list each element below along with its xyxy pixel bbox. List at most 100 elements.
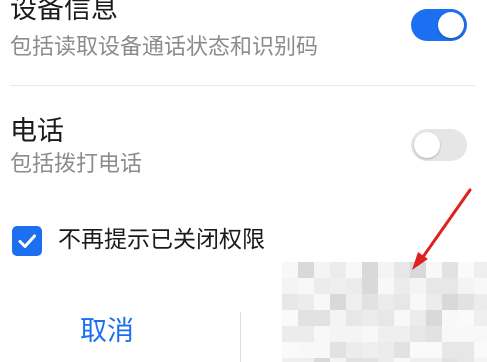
mosaic-cell: [474, 326, 487, 342]
mosaic-cell: [458, 358, 474, 362]
mosaic-cell: [378, 278, 394, 294]
toggle-knob: [414, 132, 440, 158]
mosaic-cell: [474, 278, 487, 294]
mosaic-cell: [442, 294, 458, 310]
mosaic-cell: [282, 358, 298, 362]
mosaic-cell: [298, 278, 314, 294]
mosaic-cell: [378, 358, 394, 362]
mosaic-cell: [442, 342, 458, 358]
mosaic-cell: [346, 278, 362, 294]
dont-remind-label: 不再提示已关闭权限: [58, 227, 265, 253]
mosaic-cell: [426, 358, 442, 362]
mosaic-cell: [410, 294, 426, 310]
mosaic-cell: [426, 310, 442, 326]
mosaic-cell: [426, 342, 442, 358]
mosaic-cell: [298, 262, 314, 278]
mosaic-cell: [314, 294, 330, 310]
mosaic-cell: [346, 294, 362, 310]
row-divider: [10, 85, 475, 86]
mosaic-cell: [474, 262, 487, 278]
permission-title: 设备信息: [10, 0, 118, 25]
check-icon: [18, 234, 36, 248]
mosaic-cell: [330, 278, 346, 294]
mosaic-cell: [474, 358, 487, 362]
mosaic-cell: [314, 326, 330, 342]
mosaic-cell: [330, 326, 346, 342]
mosaic-cell: [426, 278, 442, 294]
mosaic-cell: [410, 358, 426, 362]
dont-remind-checkbox[interactable]: [12, 226, 42, 256]
mosaic-cell: [314, 278, 330, 294]
mosaic-cell: [346, 326, 362, 342]
pixelated-watermark: [282, 262, 487, 362]
mosaic-cell: [394, 278, 410, 294]
permission-title: 电话: [10, 116, 64, 147]
mosaic-cell: [410, 278, 426, 294]
mosaic-cell: [298, 310, 314, 326]
mosaic-cell: [378, 310, 394, 326]
mosaic-cell: [362, 310, 378, 326]
phone-toggle[interactable]: [411, 129, 467, 161]
mosaic-cell: [410, 262, 426, 278]
mosaic-cell: [474, 310, 487, 326]
mosaic-cell: [314, 262, 330, 278]
mosaic-cell: [442, 262, 458, 278]
mosaic-cell: [362, 326, 378, 342]
mosaic-cell: [458, 294, 474, 310]
mosaic-cell: [282, 262, 298, 278]
mosaic-cell: [314, 342, 330, 358]
mosaic-cell: [394, 326, 410, 342]
mosaic-cell: [330, 358, 346, 362]
mosaic-cell: [410, 342, 426, 358]
mosaic-cell: [426, 294, 442, 310]
mosaic-cell: [394, 342, 410, 358]
mosaic-cell: [330, 262, 346, 278]
mosaic-cell: [458, 262, 474, 278]
permission-dialog: 设备信息 包括读取设备通话状态和识别码 电话 包括拨打电话 不再提示已关闭权限 …: [0, 0, 487, 362]
mosaic-cell: [394, 294, 410, 310]
mosaic-cell: [330, 310, 346, 326]
mosaic-cell: [474, 294, 487, 310]
mosaic-cell: [426, 326, 442, 342]
mosaic-cell: [298, 342, 314, 358]
mosaic-cell: [282, 326, 298, 342]
mosaic-cell: [346, 342, 362, 358]
toggle-knob: [438, 12, 464, 38]
mosaic-cell: [410, 326, 426, 342]
mosaic-cell: [282, 294, 298, 310]
mosaic-cell: [426, 262, 442, 278]
mosaic-cell: [346, 262, 362, 278]
mosaic-cell: [298, 358, 314, 362]
mosaic-cell: [346, 358, 362, 362]
mosaic-cell: [442, 326, 458, 342]
mosaic-cell: [346, 310, 362, 326]
mosaic-cell: [298, 294, 314, 310]
mosaic-cell: [442, 358, 458, 362]
mosaic-cell: [410, 310, 426, 326]
mosaic-cell: [378, 262, 394, 278]
mosaic-cell: [458, 278, 474, 294]
mosaic-cell: [394, 310, 410, 326]
mosaic-cell: [362, 294, 378, 310]
action-divider: [240, 312, 241, 362]
mosaic-cell: [282, 310, 298, 326]
mosaic-cell: [458, 310, 474, 326]
mosaic-cell: [282, 342, 298, 358]
mosaic-cell: [362, 262, 378, 278]
mosaic-cell: [314, 358, 330, 362]
mosaic-cell: [330, 342, 346, 358]
mosaic-cell: [394, 358, 410, 362]
mosaic-cell: [394, 262, 410, 278]
permission-description: 包括读取设备通话状态和识别码: [10, 35, 319, 60]
mosaic-cell: [378, 294, 394, 310]
cancel-button[interactable]: 取消: [80, 318, 134, 345]
device-info-toggle[interactable]: [411, 9, 467, 41]
mosaic-cell: [362, 342, 378, 358]
mosaic-cell: [362, 278, 378, 294]
mosaic-cell: [442, 278, 458, 294]
mosaic-cell: [378, 326, 394, 342]
mosaic-cell: [330, 294, 346, 310]
mosaic-cell: [458, 326, 474, 342]
mosaic-cell: [314, 310, 330, 326]
mosaic-cell: [362, 358, 378, 362]
